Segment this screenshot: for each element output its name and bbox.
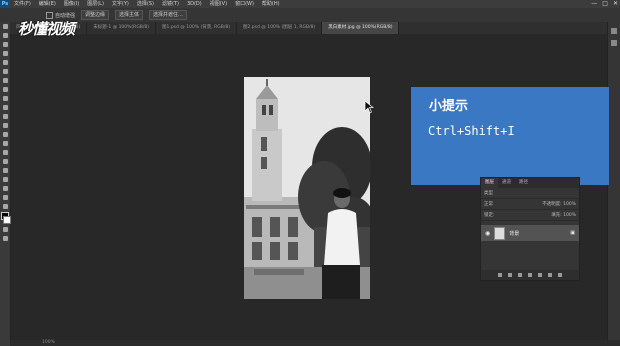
tip-shortcut: Ctrl+Shift+I	[428, 124, 515, 138]
history-panel-icon[interactable]	[611, 28, 617, 34]
menu-layer[interactable]: 图层(L)	[83, 0, 108, 8]
select-subject-button[interactable]: 选择主体	[115, 10, 144, 20]
zoom-tool-icon[interactable]	[0, 193, 10, 202]
layers-panel-footer	[481, 270, 579, 280]
brush-tool-icon[interactable]	[0, 85, 10, 94]
link-layers-icon[interactable]	[498, 273, 502, 277]
background-color[interactable]	[3, 216, 11, 224]
visibility-eye-icon[interactable]: ◉	[485, 230, 490, 237]
pen-tool-icon[interactable]	[0, 148, 10, 157]
layer-kind-dropdown[interactable]: 类型	[484, 190, 493, 196]
tip-title: 小提示	[429, 99, 469, 114]
lock-label: 锁定:	[484, 213, 495, 218]
new-layer-icon[interactable]	[548, 273, 552, 277]
fill-field[interactable]: 填充: 100%	[551, 212, 576, 218]
layer-name[interactable]: 背景	[509, 230, 519, 237]
tab-channels[interactable]: 通道	[498, 178, 515, 188]
status-bar: 100%	[10, 340, 620, 346]
close-button[interactable]: ✕	[613, 0, 618, 8]
menu-3d[interactable]: 3D(D)	[183, 0, 206, 8]
layers-panel: 图层 通道 路径 类型 正常 不透明度: 100% 锁定: 填充: 100% ◉…	[480, 177, 580, 281]
opacity-field[interactable]: 不透明度: 100%	[542, 201, 576, 207]
screen-mode-icon[interactable]	[0, 234, 10, 243]
brand-watermark: 秒懂视频	[18, 20, 75, 38]
layer-row-background[interactable]: ◉ 背景 ▣	[481, 225, 579, 241]
blend-mode-dropdown[interactable]: 正常	[484, 201, 493, 207]
tools-panel	[0, 22, 11, 346]
menu-window[interactable]: 窗口(W)	[231, 0, 258, 8]
move-tool-icon[interactable]	[0, 22, 10, 31]
layer-thumbnail	[494, 226, 506, 240]
tab-untitled-1[interactable]: 未标题-1 @ 100%(RGB/8)	[87, 22, 157, 34]
canvas-image[interactable]	[244, 77, 370, 299]
history-brush-tool-icon[interactable]	[0, 103, 10, 112]
dodge-tool-icon[interactable]	[0, 139, 10, 148]
menu-image[interactable]: 图像(I)	[60, 0, 83, 8]
eyedropper-tool-icon[interactable]	[0, 67, 10, 76]
shape-tool-icon[interactable]	[0, 175, 10, 184]
crop-tool-icon[interactable]	[0, 58, 10, 67]
menu-help[interactable]: 帮助(H)	[258, 0, 284, 8]
menu-bar: Ps 文件(F) 编辑(E) 图像(I) 图层(L) 文字(Y) 选择(S) 滤…	[0, 0, 620, 8]
delete-layer-icon[interactable]	[558, 273, 562, 277]
document-tabs: 风景图片.jpg @ 100%(RGB/8) 未标题-1 @ 100%(RGB/…	[10, 22, 610, 34]
blend-row: 正常 不透明度: 100%	[481, 199, 579, 210]
gradient-tool-icon[interactable]	[0, 121, 10, 130]
cursor-icon	[364, 100, 374, 114]
tip-box: 小提示 Ctrl+Shift+I	[411, 87, 609, 185]
layer-filter-row: 类型	[481, 188, 579, 199]
layer-style-icon[interactable]	[508, 273, 512, 277]
maximize-button[interactable]: □	[602, 0, 608, 8]
stamp-tool-icon[interactable]	[0, 94, 10, 103]
lasso-tool-icon[interactable]	[0, 40, 10, 49]
window-controls: — □ ✕	[591, 0, 618, 8]
healing-tool-icon[interactable]	[0, 76, 10, 85]
zoom-level[interactable]: 100%	[42, 340, 55, 345]
menu-select[interactable]: 选择(S)	[133, 0, 158, 8]
lock-row: 锁定: 填充: 100%	[481, 210, 579, 221]
menu-edit[interactable]: 编辑(E)	[35, 0, 60, 8]
color-swatches[interactable]	[0, 211, 11, 225]
lock-icon: ▣	[570, 230, 575, 236]
minimize-button[interactable]: —	[591, 0, 597, 8]
quick-mask-icon[interactable]	[0, 225, 10, 234]
type-tool-icon[interactable]	[0, 157, 10, 166]
add-mask-icon[interactable]	[518, 273, 522, 277]
photo-illustration	[244, 77, 370, 299]
tab-bw-material[interactable]: 黑白素材.jpg @ 100%(RGB/8)	[322, 22, 400, 34]
menu-type[interactable]: 文字(Y)	[108, 0, 133, 8]
menu-view[interactable]: 视图(V)	[206, 0, 231, 8]
menu-filter[interactable]: 滤镜(T)	[158, 0, 183, 8]
more-tools-icon[interactable]	[0, 202, 10, 211]
tab-paths[interactable]: 路径	[515, 178, 532, 188]
tab-image-1[interactable]: 图1.psd @ 100% (背景, RGB/8)	[156, 22, 237, 34]
options-bar: 自动增强 调整边缘 选择主体 选择并遮住...	[0, 8, 620, 23]
path-select-tool-icon[interactable]	[0, 166, 10, 175]
quick-select-tool-icon[interactable]	[0, 49, 10, 58]
blur-tool-icon[interactable]	[0, 130, 10, 139]
tab-image-2[interactable]: 图2.psd @ 100% (图层 1, RGB/8)	[237, 22, 323, 34]
refine-edge-button[interactable]: 调整边缘	[81, 10, 110, 20]
hand-tool-icon[interactable]	[0, 184, 10, 193]
menu-file[interactable]: 文件(F)	[10, 0, 35, 8]
marquee-tool-icon[interactable]	[0, 31, 10, 40]
tab-layers[interactable]: 图层	[481, 178, 498, 188]
eraser-tool-icon[interactable]	[0, 112, 10, 121]
properties-panel-icon[interactable]	[611, 40, 617, 46]
photoshop-logo: Ps	[0, 0, 10, 8]
layers-panel-tabs: 图层 通道 路径	[481, 178, 579, 188]
adjustment-layer-icon[interactable]	[528, 273, 532, 277]
select-and-mask-button[interactable]: 选择并遮住...	[149, 10, 187, 20]
new-group-icon[interactable]	[538, 273, 542, 277]
